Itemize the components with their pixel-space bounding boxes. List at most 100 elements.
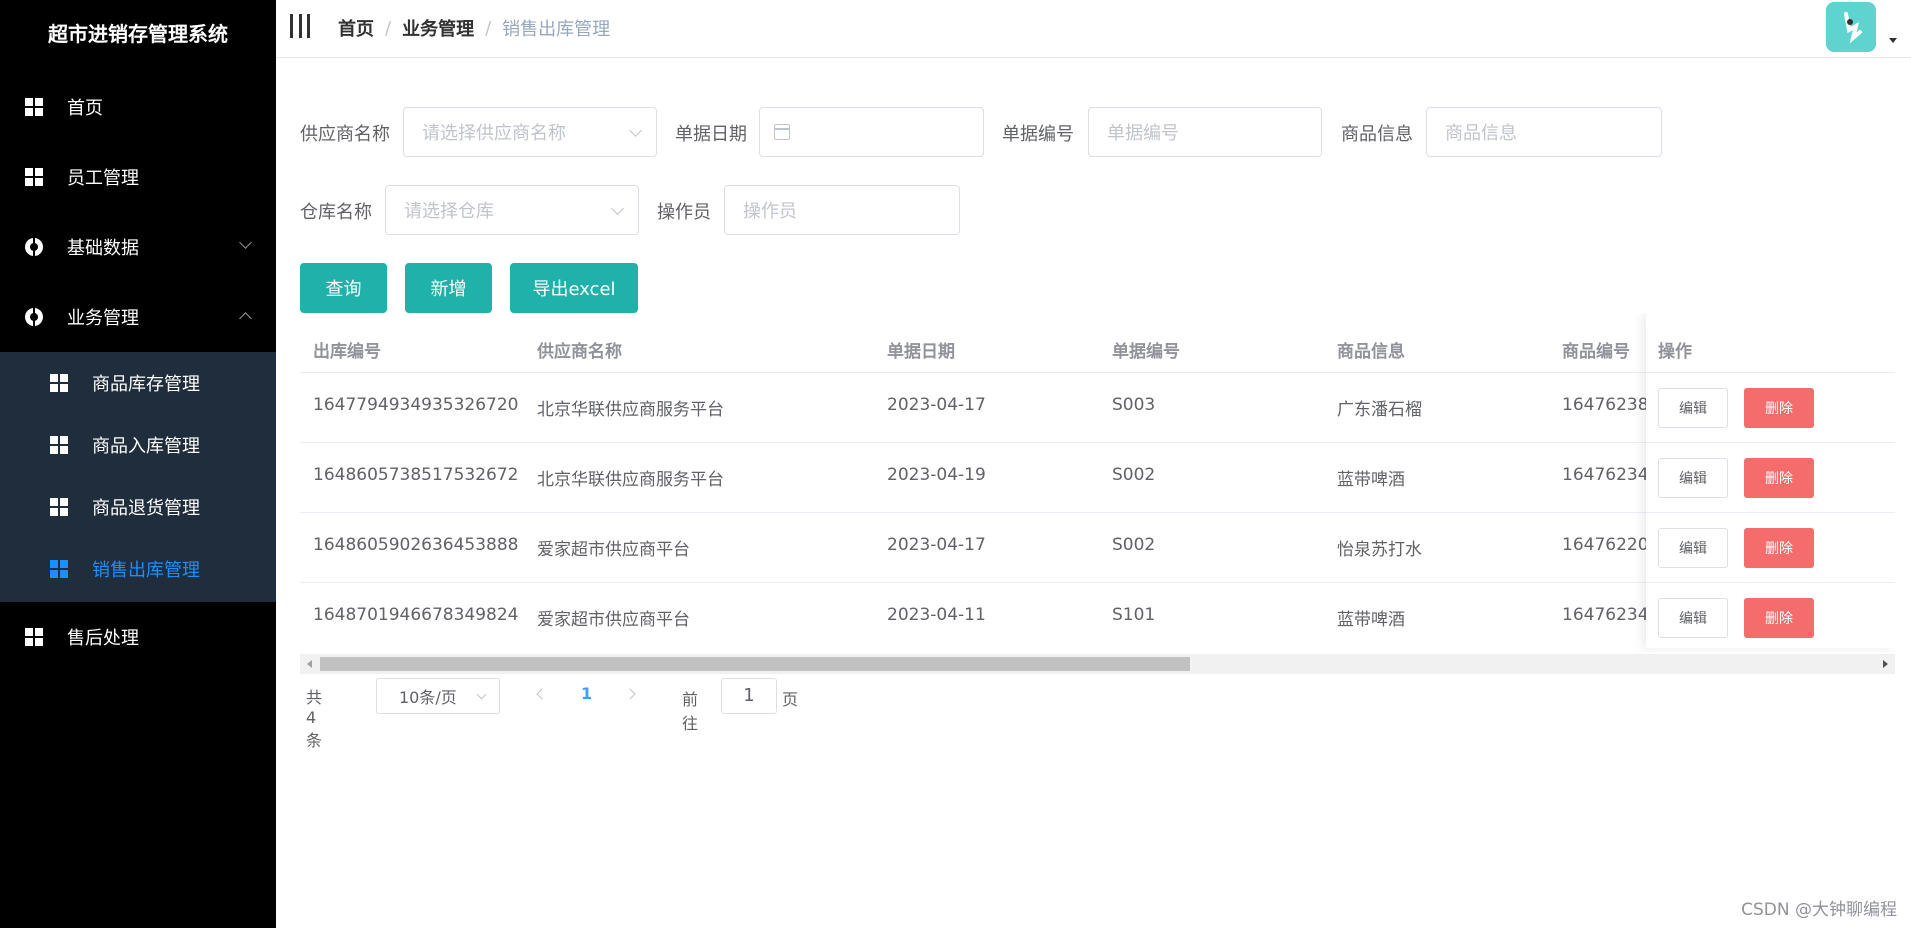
scrollbar-thumb[interactable] [320,657,1190,671]
scroll-right-icon[interactable] [1883,660,1888,668]
operator-label: 操作员 [657,202,711,223]
add-button[interactable]: 新增 [405,263,492,313]
operation-row: 编辑 删除 [1646,512,1895,582]
edit-button[interactable]: 编辑 [1658,598,1728,638]
column-header: 操作 [1658,342,1692,362]
operation-row: 编辑 删除 [1646,372,1895,442]
next-page-icon[interactable] [624,688,636,700]
supplier-label: 供应商名称 [300,124,390,145]
delete-button[interactable]: 删除 [1744,598,1814,638]
settings-icon [25,237,43,257]
cell-id: 1647794934935326720 [313,395,519,415]
operation-column: 操作 编辑 删除 编辑 删除 编辑 删除 编辑 删除 [1646,313,1895,648]
calendar-icon [774,124,790,140]
grid-icon [50,560,68,578]
cell-id: 1648605902636453888 [313,535,519,555]
sidebar-item-label: 商品退货管理 [92,498,200,519]
doc-no-label: 单据编号 [1002,124,1074,145]
cell-goods-no: 164762342 [1562,605,1660,625]
operation-row: 编辑 删除 [1646,442,1895,512]
cell-goods-no: 164762381 [1562,395,1660,415]
sidebar-item-base-data[interactable]: 基础数据 [0,212,276,282]
avatar[interactable] [1826,2,1876,52]
sidebar-item-sales-outbound[interactable]: 销售出库管理 [0,538,276,600]
grid-icon [25,98,43,116]
delete-button[interactable]: 删除 [1744,388,1814,428]
submenu-business: 商品库存管理 商品入库管理 商品退货管理 销售出库管理 [0,352,276,602]
breadcrumb-home[interactable]: 首页 [338,15,374,41]
export-excel-button[interactable]: 导出excel [510,263,638,313]
sidebar-item-stock[interactable]: 商品库存管理 [0,352,276,414]
cell-date: 2023-04-17 [887,535,986,555]
cell-supplier: 北京华联供应商服务平台 [537,400,724,420]
edit-button[interactable]: 编辑 [1658,528,1728,568]
sidebar-item-home[interactable]: 首页 [0,72,276,142]
sidebar-item-after-sales[interactable]: 售后处理 [0,602,276,672]
sidebar: 超市进销存管理系统 首页 员工管理 基础数据 业务管理 商品库存管理 商品入库管… [0,0,276,928]
cell-doc: S003 [1112,395,1156,415]
date-label: 单据日期 [675,124,747,145]
operator-input[interactable]: 操作员 [724,185,960,235]
sidebar-item-label: 销售出库管理 [92,560,200,581]
query-button[interactable]: 查询 [300,263,387,313]
user-avatar-icon [1844,12,1862,44]
warehouse-label: 仓库名称 [300,202,372,223]
cell-supplier: 北京华联供应商服务平台 [537,470,724,490]
goods-placeholder: 商品信息 [1445,123,1517,144]
cell-date: 2023-04-17 [887,395,986,415]
doc-no-input[interactable]: 单据编号 [1088,107,1322,157]
column-header: 供应商名称 [537,342,622,362]
cell-goods-no: 164762205 [1562,535,1660,555]
breadcrumb-separator: / [485,17,492,39]
grid-icon [50,374,68,392]
breadcrumb-separator: / [385,17,392,39]
chevron-down-icon [611,202,624,215]
breadcrumb: 首页 / 业务管理 / 销售出库管理 [338,15,610,41]
hamburger-icon[interactable] [290,14,310,38]
caret-down-icon[interactable] [1889,38,1897,43]
sidebar-item-inbound[interactable]: 商品入库管理 [0,414,276,476]
grid-icon [25,628,43,646]
grid-icon [25,168,43,186]
watermark: CSDN @大钟聊编程 [1741,900,1897,920]
sidebar-item-label: 业务管理 [67,308,139,329]
grid-icon [50,498,68,516]
chevron-up-icon [239,312,252,325]
column-header: 单据编号 [1112,342,1180,362]
date-picker[interactable] [759,107,984,157]
page-suffix: 页 [782,690,799,709]
chevron-down-icon [629,124,642,137]
doc-no-placeholder: 单据编号 [1107,123,1179,144]
chevron-down-icon [239,236,252,249]
goto-label: 前往 [682,690,699,733]
edit-button[interactable]: 编辑 [1658,388,1728,428]
goods-input[interactable]: 商品信息 [1426,107,1662,157]
sidebar-item-label: 员工管理 [67,168,139,189]
column-header: 单据日期 [887,342,955,362]
prev-page-icon[interactable] [536,688,548,700]
horizontal-scrollbar[interactable] [300,654,1895,674]
supplier-select[interactable]: 请选择供应商名称 [403,107,657,157]
sidebar-item-business[interactable]: 业务管理 [0,282,276,352]
sidebar-item-returns[interactable]: 商品退货管理 [0,476,276,538]
page-size-value: 10条/页 [399,688,457,707]
delete-button[interactable]: 删除 [1744,528,1814,568]
breadcrumb-business[interactable]: 业务管理 [402,15,474,41]
page-size-select[interactable]: 10条/页 [376,678,500,714]
grid-icon [50,436,68,454]
cell-doc: S101 [1112,605,1156,625]
warehouse-select[interactable]: 请选择仓库 [385,185,639,235]
delete-button[interactable]: 删除 [1744,458,1814,498]
warehouse-placeholder: 请选择仓库 [404,201,494,222]
top-bar: 首页 / 业务管理 / 销售出库管理 [276,0,1911,58]
edit-button[interactable]: 编辑 [1658,458,1728,498]
scroll-left-icon[interactable] [307,660,312,668]
chevron-down-icon [476,689,487,700]
sidebar-item-employees[interactable]: 员工管理 [0,142,276,212]
cell-doc: S002 [1112,465,1156,485]
column-header: 出库编号 [313,342,381,362]
settings-icon [25,307,43,327]
goto-page-input[interactable]: 1 [721,678,777,714]
cell-goods: 广东潘石榴 [1337,400,1422,420]
page-number[interactable]: 1 [581,684,592,703]
